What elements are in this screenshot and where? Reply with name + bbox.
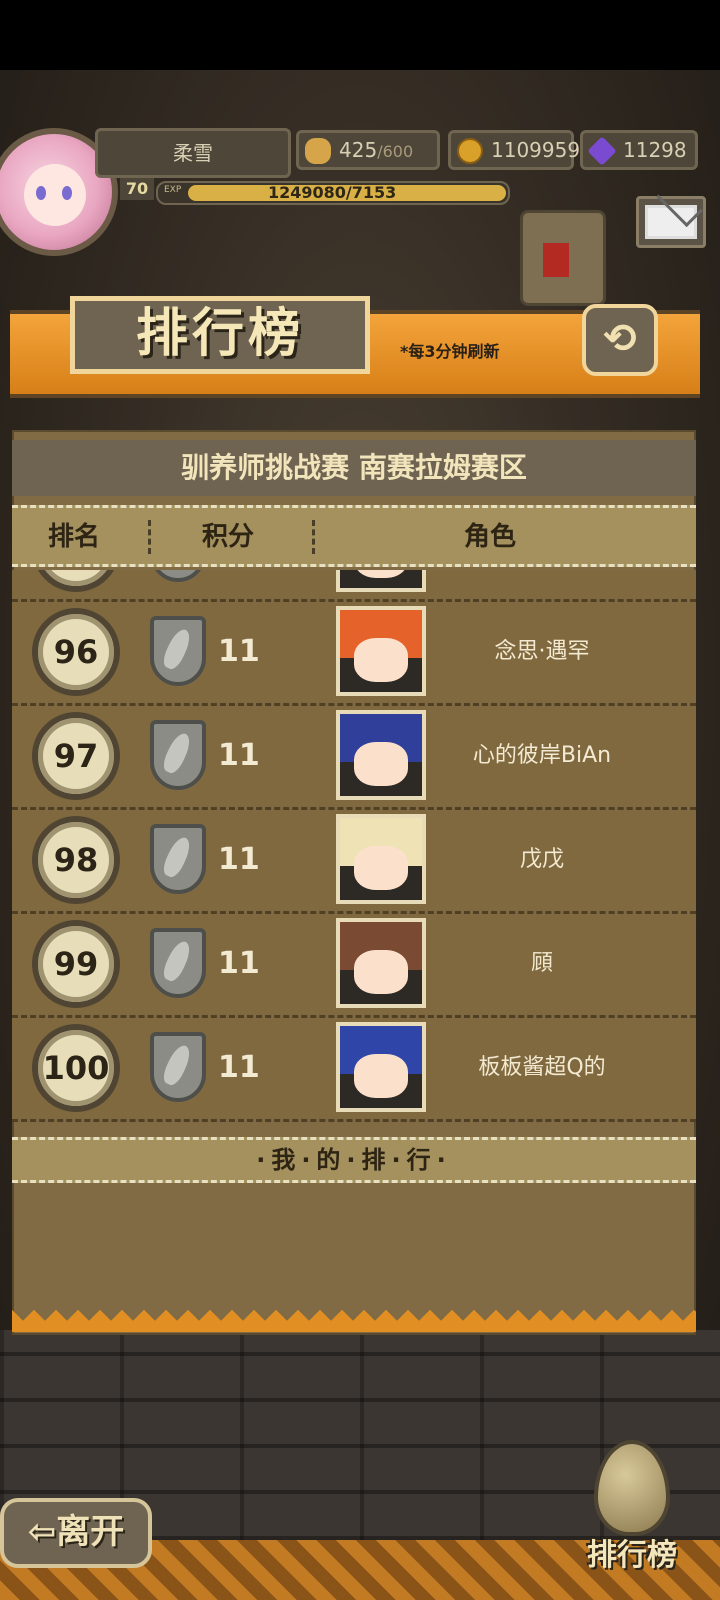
- leaderboard-list[interactable]: 96 11 念思·遇罕 97 11 心的彼岸BiAn 98 11 戊戊 99 1…: [12, 570, 696, 1135]
- player-portrait: [336, 570, 426, 592]
- my-rank-bar[interactable]: ·我·的·排·行·: [12, 1137, 696, 1183]
- header-rank: 排名: [48, 522, 101, 552]
- gold-coin-icon: [457, 138, 483, 164]
- exp-tag: EXP: [164, 185, 182, 195]
- exp-bar: EXP 1249080/7153: [156, 181, 510, 205]
- player-portrait[interactable]: [336, 814, 426, 904]
- back-button[interactable]: ⟲: [582, 304, 658, 376]
- avatar-eye: [36, 186, 46, 200]
- table-row[interactable]: 100 11 板板酱超Q的: [12, 1018, 696, 1122]
- player-name: 柔雪: [95, 128, 291, 178]
- bread-icon: [305, 138, 331, 164]
- header-score: 积分: [202, 522, 255, 552]
- rank-medal: [32, 570, 120, 592]
- row-score: 11: [218, 1050, 260, 1085]
- table-row[interactable]: 97 11 心的彼岸BiAn: [12, 706, 696, 810]
- player-level: 70: [120, 178, 154, 200]
- gold-counter[interactable]: 1109959: [448, 130, 580, 170]
- stamina-value: 425: [339, 138, 378, 162]
- gem-value: 11298: [623, 138, 687, 162]
- row-score: 11: [218, 738, 260, 773]
- leave-button[interactable]: ⇦离开: [0, 1498, 152, 1568]
- avatar-face: [24, 164, 86, 226]
- rank-medal: 98: [32, 816, 120, 904]
- competition-title: 驯养师挑战赛 南赛拉姆赛区: [12, 440, 696, 496]
- row-player-name: 心的彼岸BiAn: [472, 743, 612, 768]
- player-portrait[interactable]: [336, 710, 426, 800]
- feather-shield-icon: [150, 616, 206, 686]
- rank-medal: 100: [32, 1024, 120, 1112]
- stamina-counter[interactable]: 425/600: [296, 130, 440, 170]
- rank-medal: 97: [32, 712, 120, 800]
- refresh-note: *每3分钟刷新: [400, 342, 500, 361]
- feather-shield-icon: [150, 824, 206, 894]
- stamina-max: /600: [377, 142, 414, 161]
- table-row-partial[interactable]: [12, 570, 696, 602]
- egg-icon: [594, 1440, 670, 1536]
- row-player-name: 戊戊: [519, 847, 564, 872]
- ranking-button[interactable]: 排行榜: [572, 1440, 692, 1573]
- feather-shield-icon: [150, 720, 206, 790]
- status-bar: [0, 0, 720, 70]
- row-score: 11: [218, 634, 260, 669]
- rank-medal: 99: [32, 920, 120, 1008]
- gold-value: 1109959: [491, 138, 581, 162]
- player-portrait[interactable]: [336, 606, 426, 696]
- ranking-button-label: 排行榜: [587, 1538, 677, 1573]
- purple-gem-icon: [587, 136, 617, 166]
- row-player-name: 念思·遇罕: [494, 639, 590, 664]
- table-row[interactable]: 96 11 念思·遇罕: [12, 602, 696, 706]
- rank-medal: 96: [32, 608, 120, 696]
- avatar-eye: [62, 186, 72, 200]
- row-score: 11: [218, 946, 260, 981]
- quest-scroll-icon[interactable]: [520, 210, 606, 306]
- player-portrait[interactable]: [336, 1022, 426, 1112]
- row-player-name: 頋: [530, 951, 553, 976]
- feather-shield-icon: [150, 1032, 206, 1102]
- exp-text: 1249080/7153: [268, 183, 397, 202]
- player-portrait[interactable]: [336, 918, 426, 1008]
- zigzag-border: [12, 1310, 696, 1332]
- table-row[interactable]: 98 11 戊戊: [12, 810, 696, 914]
- row-score: 11: [218, 842, 260, 877]
- feather-shield-icon: [150, 928, 206, 998]
- feather-shield-icon: [150, 570, 206, 582]
- mail-icon[interactable]: [636, 196, 706, 248]
- table-header: 排名 积分 角色: [12, 505, 696, 567]
- table-row[interactable]: 99 11 頋: [12, 914, 696, 1018]
- ranking-title: 排行榜: [70, 296, 370, 374]
- header-role: 角色: [464, 522, 517, 552]
- gem-counter[interactable]: 11298: [580, 130, 698, 170]
- row-player-name: 板板酱超Q的: [478, 1055, 606, 1080]
